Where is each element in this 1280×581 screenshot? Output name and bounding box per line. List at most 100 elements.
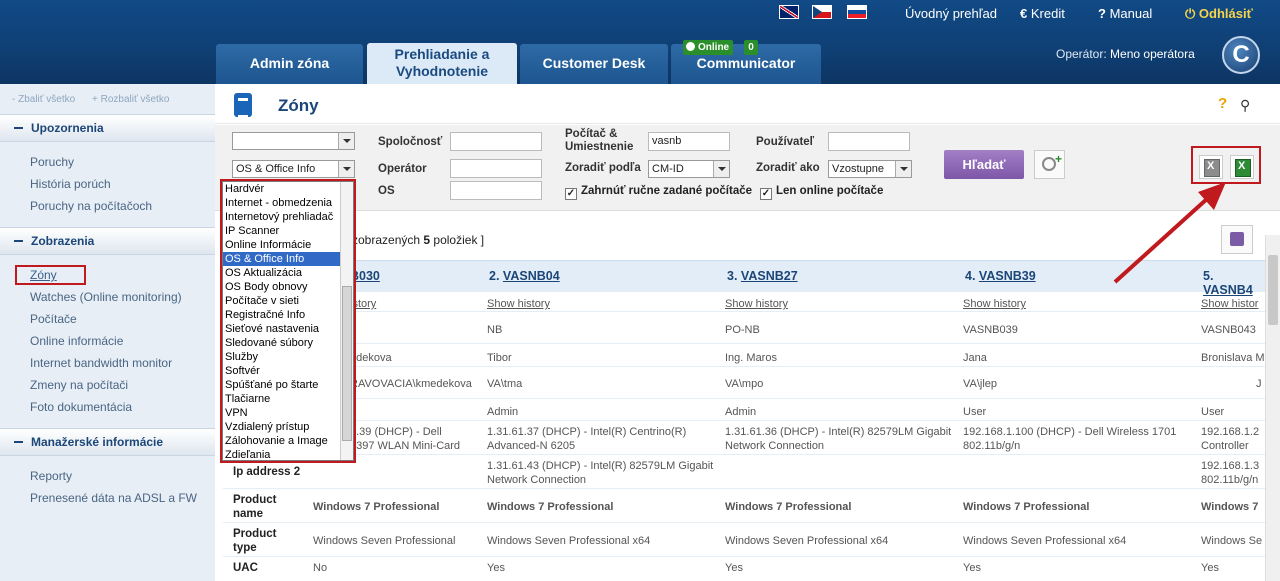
account-cell-2: VA\tma: [487, 378, 523, 390]
sidebar-section-alerts[interactable]: Upozornenia: [0, 114, 215, 142]
column-4-num: 4.: [965, 269, 976, 283]
sidebar-item-photo-docs[interactable]: Foto dokumentácia: [30, 400, 132, 414]
search-icon[interactable]: ⚲: [1240, 97, 1250, 114]
collapse-all-link[interactable]: - Zbaliť všetko: [12, 94, 75, 105]
name-cell-3: PO-NB: [725, 324, 760, 336]
online-status-badge: Online: [683, 40, 734, 55]
computers-grid: B030 2. VASNB04 3. VASNB27 4. VASNB39 5.…: [215, 260, 1265, 581]
sidebar-item-reports[interactable]: Reporty: [30, 469, 72, 483]
user-cell-1: edekova: [350, 352, 392, 364]
sidebar-item-online-info[interactable]: Online informácie: [30, 334, 123, 348]
ip1-cell-4-line2: 802.11b/g/n: [963, 440, 1021, 452]
sort-as-label: Zoradiť ako: [756, 162, 820, 174]
search-button[interactable]: Hľadať: [944, 150, 1024, 179]
uk-flag-icon[interactable]: [779, 5, 799, 19]
euro-icon: €: [1020, 6, 1028, 21]
rights-cell-4: User: [963, 406, 987, 418]
user-cell-3: Ing. Maros: [725, 352, 777, 364]
ip2-cell-2-line2: Network Connection: [487, 474, 587, 486]
tab-comm-label: Communicator: [696, 55, 796, 71]
tab-review-line1: Prehliadanie a: [394, 46, 490, 62]
show-history-link-4[interactable]: Show history: [963, 297, 1026, 311]
credit-link[interactable]: € Kredit: [1020, 6, 1065, 21]
sidebar-section-management[interactable]: Manažerské informácie: [0, 428, 215, 456]
row-divider: [223, 420, 1265, 421]
logout-label: Odhlásiť: [1198, 6, 1253, 21]
os-input[interactable]: [450, 181, 542, 200]
page-header: Zóny ? ⚲: [215, 89, 1280, 124]
tab-admin-zone[interactable]: Admin zóna: [216, 44, 363, 84]
include-manual-checkbox[interactable]: ✓ Zahrnúť ručne zadané počítače: [565, 185, 752, 200]
ip1-cell-1: 1.39 (DHCP) - Dell 1397 WLAN Mini-Card: [350, 425, 460, 453]
sidebar-item-fault-history[interactable]: História porúch: [30, 177, 111, 191]
row-divider: [223, 556, 1265, 557]
cz-flag-icon[interactable]: [812, 5, 832, 19]
column-2-name[interactable]: VASNB04: [503, 269, 560, 283]
result-count: zobrazených 5 položiek ]: [352, 233, 484, 247]
ip1-cell-2: 1.31.61.37 (DHCP) - Intel(R) Centrino(R)…: [487, 425, 686, 453]
product-name-label-2: name: [233, 508, 264, 520]
sidebar-item-changes[interactable]: Zmeny na počítači: [30, 378, 128, 392]
user-cell-5: Bronislava M: [1201, 352, 1265, 364]
view-type-select[interactable]: OS & Office Info: [232, 160, 355, 178]
show-history-link-5[interactable]: Show histor: [1201, 297, 1258, 311]
row-divider: [223, 343, 1265, 344]
user-input[interactable]: [828, 132, 910, 151]
row-divider: [223, 454, 1265, 455]
column-3-name[interactable]: VASNB27: [741, 269, 798, 283]
show-history-link-3[interactable]: Show history: [725, 297, 788, 311]
ip1-cell-1-line2: 1397 WLAN Mini-Card: [350, 440, 461, 452]
manual-link[interactable]: ? Manual: [1098, 6, 1152, 21]
account-cell-3: VA\mpo: [725, 378, 764, 390]
excel-export-icon[interactable]: [1230, 155, 1254, 179]
operator-name[interactable]: Meno operátora: [1110, 47, 1195, 61]
help-icon[interactable]: ?: [1218, 95, 1227, 112]
tab-customer-desk[interactable]: Customer Desk: [520, 44, 668, 84]
product-name-cell-5: Windows 7: [1201, 501, 1259, 513]
save-icon[interactable]: [1221, 225, 1253, 254]
ip1-cell-3: 1.31.61.36 (DHCP) - Intel(R) 82579LM Gig…: [725, 425, 951, 453]
tab-review-line2: Vyhodnotenie: [395, 63, 489, 79]
sidebar-item-faults[interactable]: Poruchy: [30, 155, 74, 169]
vertical-scrollbar[interactable]: [1265, 235, 1280, 581]
show-history-link-2[interactable]: Show history: [487, 297, 550, 311]
computer-label-line2: Umiestnenie: [565, 141, 634, 153]
manual-label: Manual: [1109, 6, 1153, 21]
online-count-badge: 0: [744, 40, 758, 55]
logout-link[interactable]: ⏻ Odhlásiť: [1185, 6, 1253, 22]
scrollbar-thumb[interactable]: [1268, 255, 1278, 325]
sidebar-item-computer-faults[interactable]: Poruchy na počítačoch: [30, 199, 152, 213]
home-link[interactable]: Úvodný prehľad: [905, 6, 997, 21]
sidebar-item-computers[interactable]: Počítače: [30, 312, 77, 326]
column-4-name[interactable]: VASNB39: [979, 269, 1036, 283]
sidebar-item-watches[interactable]: Watches (Online monitoring): [30, 290, 182, 304]
product-type-cell-4: Windows Seven Professional x64: [963, 535, 1127, 547]
product-name-label-1: Product: [233, 494, 277, 506]
row-divider: [223, 398, 1265, 399]
sidebar-item-adsl-data[interactable]: Prenesené dáta na ADSL a FW: [30, 491, 197, 505]
sidebar-item-bandwidth[interactable]: Internet bandwidth monitor: [30, 356, 172, 370]
result-count-prefix: zobrazených: [352, 233, 421, 247]
operator-input[interactable]: [450, 159, 542, 178]
product-name-cell-1: Windows 7 Professional: [313, 501, 440, 513]
excel-export-gray-icon[interactable]: [1199, 155, 1223, 179]
company-input[interactable]: [450, 132, 542, 151]
column-5-name[interactable]: VASNB4: [1203, 283, 1253, 297]
sidebar-section-views[interactable]: Zobrazenia: [0, 227, 215, 255]
advanced-search-button[interactable]: [1034, 150, 1065, 179]
computer-input[interactable]: vasnb: [648, 132, 730, 151]
app-logo: C: [1222, 36, 1260, 74]
checkbox-checked-icon: ✓: [565, 188, 577, 200]
rights-cell-2: Admin: [487, 406, 519, 418]
user-cell-4: Jana: [963, 352, 987, 364]
sk-flag-icon[interactable]: [847, 5, 867, 19]
tab-review-evaluation[interactable]: Prehliadanie a Vyhodnotenie: [367, 43, 517, 84]
sort-by-select[interactable]: CM-ID: [648, 160, 730, 178]
result-count-number: 5: [423, 233, 431, 247]
expand-all-link[interactable]: + Rozbaliť všetko: [92, 94, 169, 105]
online-only-checkbox[interactable]: ✓ Len online počítače: [760, 185, 883, 200]
filter-select-1[interactable]: [232, 132, 355, 150]
sort-as-select[interactable]: Vzostupne: [828, 160, 912, 178]
product-type-cell-1: Windows Seven Professional: [313, 535, 456, 547]
name-cell-4: VASNB039: [963, 324, 1018, 336]
